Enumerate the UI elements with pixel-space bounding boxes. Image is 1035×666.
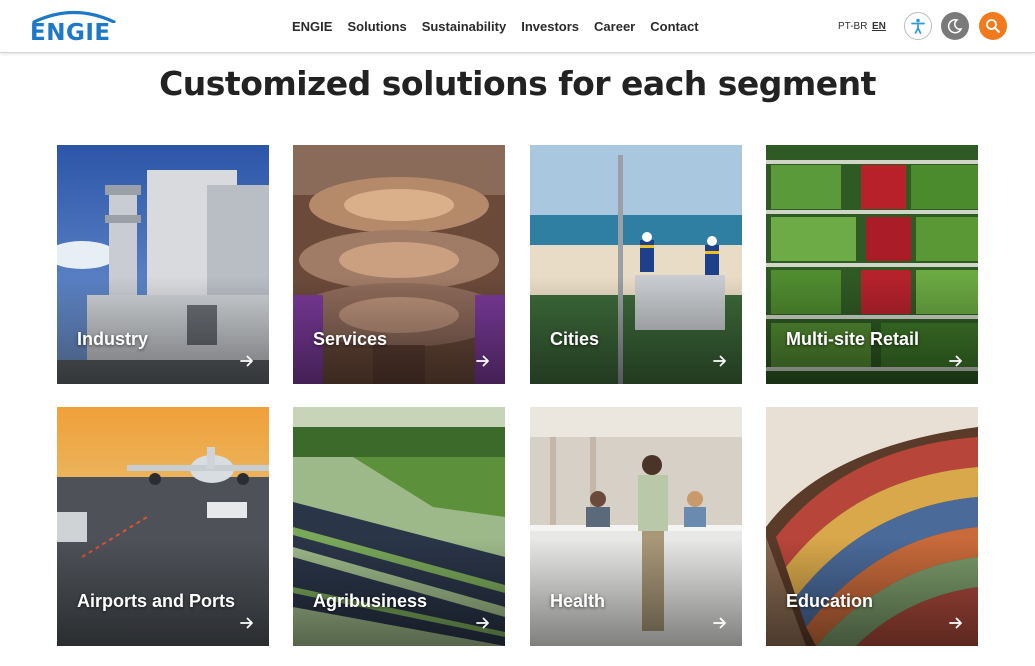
card-label: Services [313,329,388,349]
accessibility-button[interactable] [904,12,932,40]
nav-career[interactable]: Career [594,19,635,34]
card-industry[interactable]: Industry [57,145,269,384]
nav-sustainability[interactable]: Sustainability [422,19,507,34]
arrow-right-icon [713,355,726,367]
search-icon [986,19,1000,33]
engie-logo[interactable]: ENGIE [28,9,120,46]
card-label: Agribusiness [313,591,428,611]
card-agribusiness[interactable]: Agribusiness [293,407,505,646]
lang-pt-br[interactable]: PT-BR [838,21,867,32]
arrow-right-icon [476,355,489,367]
card-multi-site-retail[interactable]: Multi-site Retail [766,145,978,384]
arrow-right-icon [476,617,489,629]
card-label: Health [550,591,606,611]
card-label: Multi-site Retail [786,329,920,349]
arrow-right-icon [713,617,726,629]
site-header: ENGIE ENGIE Solutions Sustainability Inv… [0,0,1035,53]
card-cities[interactable]: Cities [530,145,742,384]
dark-mode-button[interactable] [941,12,969,40]
nav-investors[interactable]: Investors [521,19,579,34]
dark-mode-icon [947,18,963,34]
card-label: Education [786,591,874,611]
arrow-right-icon [949,617,962,629]
card-label: Cities [550,329,600,349]
nav-solutions[interactable]: Solutions [347,19,406,34]
arrow-right-icon [949,355,962,367]
nav-engie[interactable]: ENGIE [292,19,332,34]
card-health[interactable]: Health [530,407,742,646]
main-nav: ENGIE Solutions Sustainability Investors… [292,0,714,53]
arrow-right-icon [240,355,253,367]
lang-en[interactable]: EN [872,21,886,32]
card-services[interactable]: Services [293,145,505,384]
arrow-right-icon [240,617,253,629]
card-education[interactable]: Education [766,407,978,646]
card-label: Airports and Ports [77,591,236,611]
logo-wordmark: ENGIE [30,20,111,46]
card-airports-and-ports[interactable]: Airports and Ports [57,407,269,646]
nav-contact[interactable]: Contact [650,19,698,34]
accessibility-icon [911,18,925,34]
search-button[interactable] [979,12,1007,40]
card-label: Industry [77,329,149,349]
page-title: Customized solutions for each segment [159,64,876,103]
